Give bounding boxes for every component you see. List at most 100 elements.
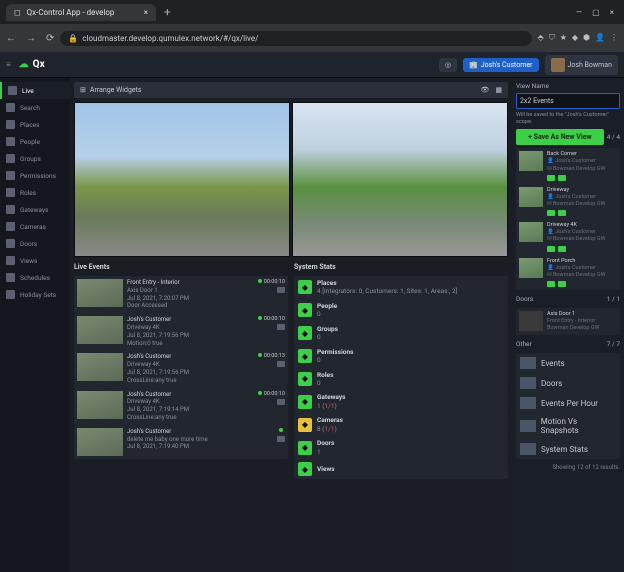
stat-icon: ◆ [298,349,312,363]
tab-close-icon[interactable]: × [144,8,148,17]
menu-toggle-icon[interactable]: ≡ [6,60,11,69]
widget-motion-vs-snapshots[interactable]: Motion Vs Snapshots [516,413,620,439]
url-text: cloudmaster.develop.qumulex.network/#/qx… [82,34,258,43]
cam-icon[interactable] [558,281,566,287]
widget-toolbar: ⊞ Arrange Widgets 👁 ▦ [74,82,508,98]
sidebar-item-gateways[interactable]: Gateways [0,201,70,218]
camera-icon[interactable] [277,399,285,405]
forward-icon[interactable]: → [26,33,36,44]
extension-icon[interactable]: ⬢ [583,33,590,43]
window-maximize-icon[interactable]: ▢ [592,8,600,17]
sidebar-item-people[interactable]: People [0,133,70,150]
menu-icon[interactable]: ⋮ [610,33,618,43]
camera-item[interactable]: Back Corner👤 Josh's Customer⛁ Bowman Dev… [516,148,620,183]
visibility-icon[interactable]: 👁 [480,86,489,94]
camera-icon[interactable] [277,324,285,330]
new-tab-button[interactable]: + [156,5,179,19]
extension-icon[interactable]: ◆ [572,33,578,43]
door-sub: Front Entry - Interior [547,318,617,325]
app-logo[interactable]: ☁ Qx [19,59,45,70]
stat-icon: ◆ [298,326,312,340]
nav-label: Places [20,121,39,129]
layout-icon[interactable]: ▦ [495,86,502,94]
camera-icon[interactable] [277,361,285,367]
event-cam-icon[interactable]: 00:00:10 [258,391,285,397]
save-view-button[interactable]: + Save As New View [516,129,604,145]
window-close-icon[interactable]: × [610,8,614,17]
widget-events[interactable]: Events [516,353,620,373]
sidebar-item-holiday-sets[interactable]: Holiday Sets [0,286,70,303]
sidebar-item-doors[interactable]: Doors [0,235,70,252]
sidebar-item-places[interactable]: Places [0,116,70,133]
camera-thumb [519,187,543,207]
sidebar-item-cameras[interactable]: Cameras [0,218,70,235]
user-menu[interactable]: Josh Bowman [545,55,619,75]
camera-icon[interactable] [277,287,285,293]
event-item[interactable]: Josh's CustomerDriveway 4KJul 8, 2021, 7… [74,313,288,350]
sidebar-item-live[interactable]: Live [0,82,70,99]
window-minimize-icon[interactable]: — [576,8,582,17]
event-item[interactable]: Josh's CustomerDriveway 4KJul 8, 2021, 7… [74,350,288,387]
sidebar-item-views[interactable]: Views [0,252,70,269]
widget-icon [520,377,536,389]
extension-icon[interactable]: ⛉ [549,33,555,43]
reload-icon[interactable]: ⟳ [46,33,54,44]
nav-icon [6,103,15,112]
view-name-input[interactable] [516,93,620,109]
tab-title: Qx-Control App - develop [27,8,115,17]
extension-icon[interactable]: ⬘ [538,33,544,43]
stat-places: ◆Places4 [Integrators: 0, Customers: 1, … [294,276,508,299]
cam-icon[interactable] [558,210,566,216]
sidebar-item-schedules[interactable]: Schedules [0,269,70,286]
widget-system-stats[interactable]: System Stats [516,439,620,459]
rec-icon[interactable] [547,210,555,216]
back-icon[interactable]: ← [6,33,16,44]
event-cam-icon[interactable] [279,428,285,434]
sidebar-item-permissions[interactable]: Permissions [0,167,70,184]
nav-label: Cameras [20,223,46,231]
event-item[interactable]: Front Entry - InteriorAxis Door 1Jul 8, … [74,276,288,313]
nav-icon [6,205,15,214]
camera-feed-1[interactable] [74,102,290,257]
widget-icon [520,420,536,432]
stat-cameras: ◆Cameras8 (1/1) [294,413,508,436]
stat-permissions: ◆Permissions0 [294,345,508,368]
app-name: Qx [33,59,45,70]
widget-events-per-hour[interactable]: Events Per Hour [516,393,620,413]
camera-item[interactable]: Front Porch👤 Josh's Customer⛁ Bowman Dev… [516,255,620,290]
rec-icon[interactable] [547,246,555,252]
camera-item[interactable]: Driveway👤 Josh's Customer⛁ Bowman Develo… [516,184,620,219]
rec-icon[interactable] [547,281,555,287]
door-sub: Bowman Develop GW [547,325,617,332]
camera-feed-2[interactable] [292,102,508,257]
event-cam-icon[interactable]: 00:00:10 [258,316,285,322]
door-item[interactable]: Axis Door 1 Front Entry - Interior Bowma… [516,308,620,335]
address-bar[interactable]: 🔒 cloudmaster.develop.qumulex.network/#/… [60,31,531,46]
location-pin[interactable]: ◎ [439,58,457,72]
widget-label: Events [541,359,565,368]
rec-icon[interactable] [547,175,555,181]
system-stats-title: System Stats [294,261,508,273]
cam-icon[interactable] [558,175,566,181]
event-item[interactable]: Josh's CustomerDriveway 4KJul 8, 2021, 7… [74,388,288,425]
sidebar-item-groups[interactable]: Groups [0,150,70,167]
event-cam-icon[interactable]: 00:00:10 [258,279,285,285]
profile-icon[interactable]: 👤 [595,33,605,43]
browser-tab[interactable]: ◻ Qx-Control App - develop × [6,4,156,21]
event-cam-icon[interactable]: 00:00:13 [258,353,285,359]
camera-thumb [519,222,543,242]
camera-item[interactable]: Driveway 4K👤 Josh's Customer⛁ Bowman Dev… [516,219,620,254]
save-scope-note: Will be saved to the "Josh's Customer" s… [516,112,620,126]
camera-thumb [519,258,543,278]
avatar [551,58,565,72]
sidebar-item-roles[interactable]: Roles [0,184,70,201]
nav-label: People [20,138,40,146]
widget-doors[interactable]: Doors [516,373,620,393]
extension-icon[interactable]: ★ [560,33,567,43]
cam-icon[interactable] [558,246,566,252]
customer-selector[interactable]: 🏢 Josh's Customer [463,58,538,72]
arrange-widgets-button[interactable]: Arrange Widgets [90,86,142,94]
camera-icon[interactable] [277,436,285,442]
sidebar-item-search[interactable]: Search [0,99,70,116]
event-item[interactable]: Josh's Customerdelete me baby one more t… [74,425,288,459]
